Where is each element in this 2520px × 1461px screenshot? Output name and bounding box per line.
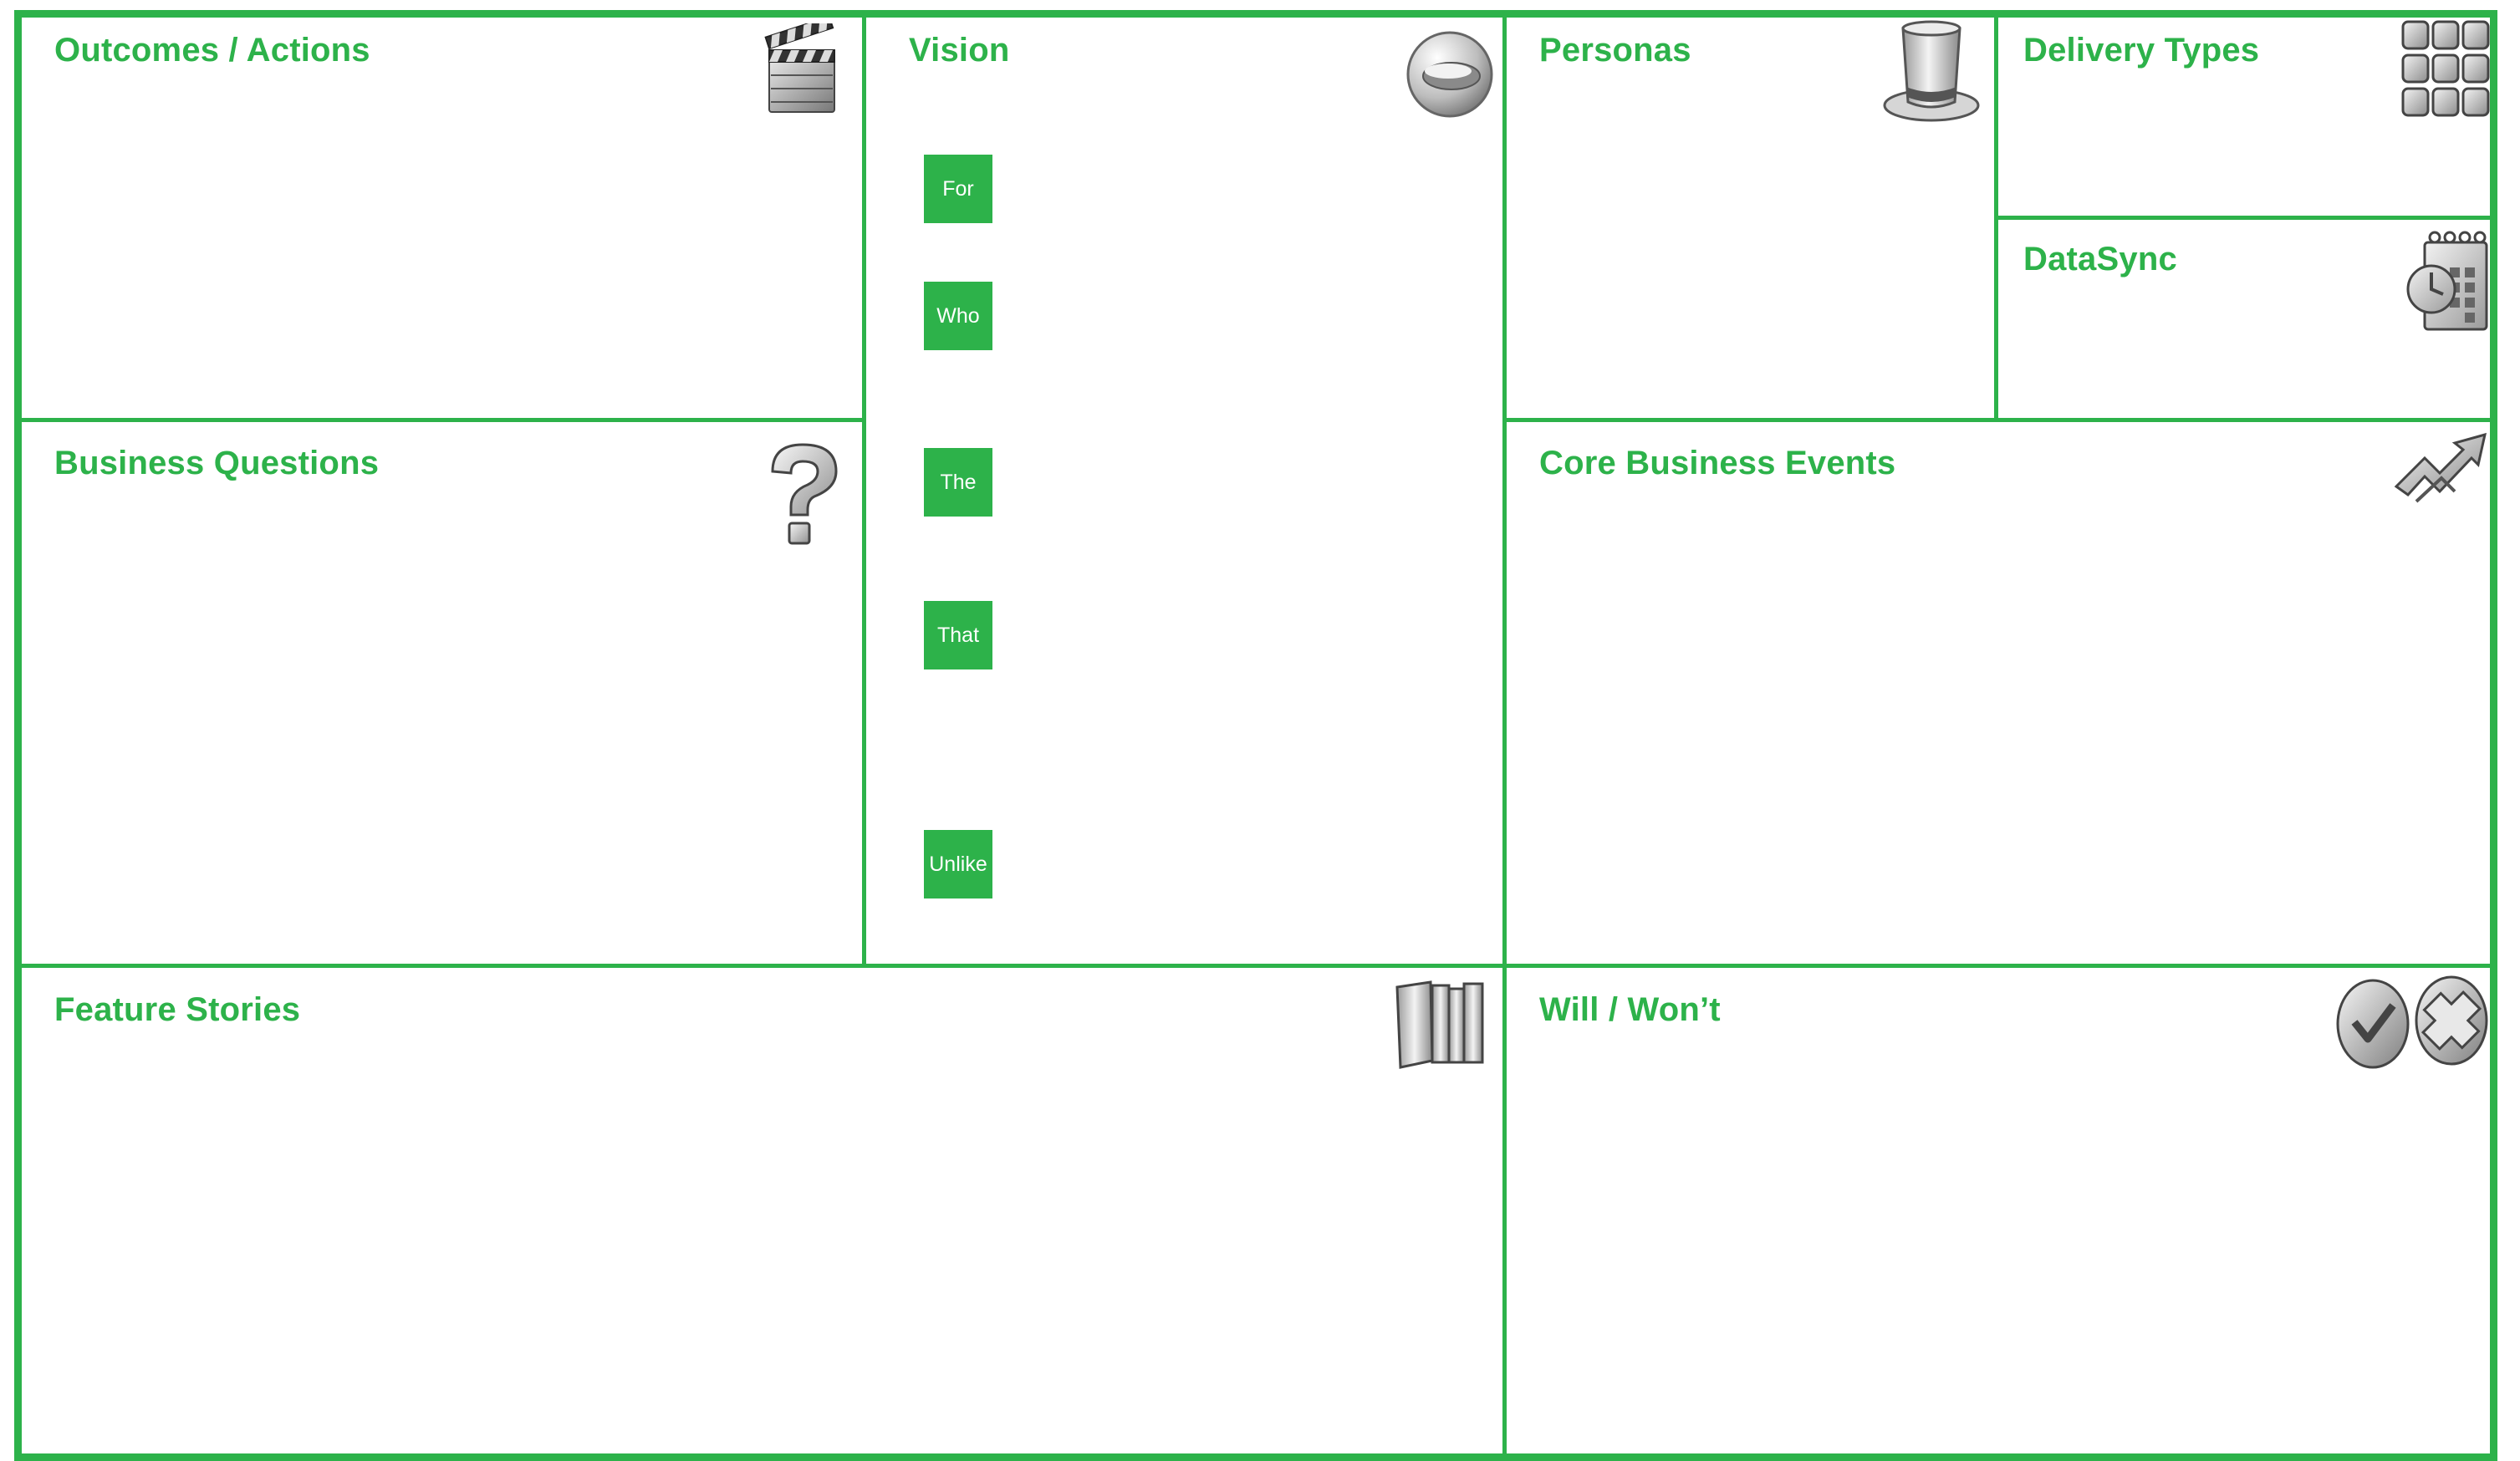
- divider: [1502, 10, 1507, 1461]
- business-canvas: Outcomes / Actions Vision For Who The Th…: [0, 0, 2520, 1461]
- canvas-border: [14, 10, 2497, 1461]
- lightning-arrows-icon: [2394, 432, 2487, 503]
- section-title: Business Questions: [54, 445, 380, 481]
- clapperboard-icon: [764, 23, 835, 113]
- divider: [862, 10, 866, 967]
- calendar-clock-icon: [2406, 231, 2488, 331]
- top-hat-icon: [1883, 20, 1980, 122]
- glass-sphere-icon: [1406, 31, 1493, 118]
- section-title: Feature Stories: [54, 991, 301, 1028]
- section-title: Will / Won’t: [1539, 991, 1721, 1028]
- section-title: Personas: [1539, 32, 1691, 69]
- grid-cubes-icon: [2401, 20, 2490, 117]
- vision-prompt-who: Who: [924, 282, 992, 350]
- books-icon: [1395, 980, 1484, 1069]
- section-title: Delivery Types: [2023, 32, 2260, 69]
- divider: [1994, 216, 2497, 220]
- section-title: Core Business Events: [1539, 445, 1896, 481]
- vision-prompt-that: That: [924, 601, 992, 669]
- divider: [14, 964, 2497, 968]
- vision-prompt-for: For: [924, 155, 992, 223]
- section-title: DataSync: [2023, 241, 2177, 277]
- question-mark-icon: [771, 443, 838, 545]
- section-title: Outcomes / Actions: [54, 32, 370, 69]
- divider: [14, 418, 865, 422]
- check-cross-icon: [2336, 975, 2488, 1069]
- vision-prompt-unlike: Unlike: [924, 830, 992, 898]
- vision-prompt-the: The: [924, 448, 992, 517]
- section-title: Vision: [909, 32, 1010, 69]
- divider: [1502, 418, 2497, 422]
